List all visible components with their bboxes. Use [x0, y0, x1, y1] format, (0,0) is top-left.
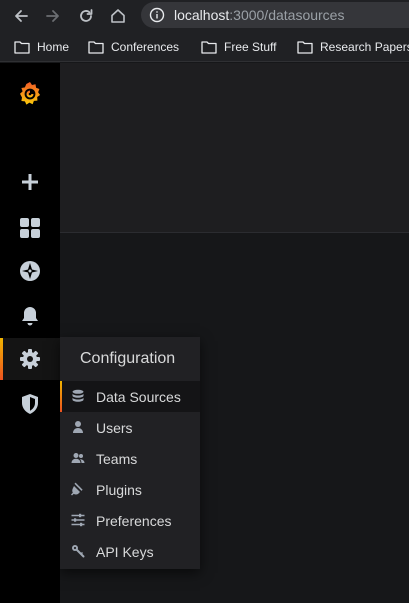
- menu-item-label: Plugins: [96, 482, 142, 498]
- reload-button[interactable]: [74, 4, 98, 28]
- folder-icon: [88, 41, 104, 54]
- grafana-home-link[interactable]: [0, 73, 60, 115]
- grafana-logo-icon: [20, 82, 41, 105]
- bookmark-label: Conferences: [111, 40, 180, 54]
- bookmark-label: Free Stuff: [224, 40, 277, 54]
- url-path: :3000/datasources: [229, 7, 345, 23]
- arrow-right-icon: [46, 10, 59, 22]
- sidemenu-dashboards[interactable]: [0, 207, 60, 249]
- page-header: [60, 63, 409, 233]
- key-icon: [72, 545, 85, 558]
- menu-item-label: Users: [96, 420, 133, 436]
- plus-icon: [22, 174, 38, 190]
- url-text: localhost:3000/datasources: [174, 7, 344, 23]
- compass-icon: [20, 261, 40, 281]
- menu-item-preferences[interactable]: Preferences: [60, 505, 200, 536]
- sidemenu-create[interactable]: [0, 161, 60, 203]
- apps-icon: [20, 218, 40, 238]
- sidemenu-configuration[interactable]: [0, 338, 60, 380]
- active-indicator: [0, 338, 3, 380]
- user-icon: [73, 421, 83, 433]
- menu-item-label: Data Sources: [96, 389, 181, 405]
- menu-item-label: API Keys: [96, 544, 154, 560]
- address-bar[interactable]: localhost:3000/datasources: [141, 2, 409, 28]
- home-button[interactable]: [106, 4, 130, 28]
- bookmark-conferences[interactable]: Conferences: [88, 39, 179, 55]
- url-host: localhost: [174, 7, 230, 23]
- bookmark-research-papers[interactable]: Research Papers: [297, 39, 409, 55]
- browser-toolbar: localhost:3000/datasources: [0, 0, 409, 32]
- forward-button[interactable]: [41, 4, 65, 28]
- home-icon: [111, 9, 125, 23]
- menu-item-label: Teams: [96, 451, 138, 467]
- folder-icon: [201, 41, 217, 54]
- bookmark-label: Research Papers: [320, 40, 409, 54]
- gear-icon: [20, 349, 40, 369]
- side-menu: [0, 63, 60, 603]
- menu-item-api-keys[interactable]: API Keys: [60, 536, 200, 567]
- database-icon: [72, 389, 84, 402]
- menu-item-plugins[interactable]: Plugins: [60, 474, 200, 505]
- reload-icon: [80, 9, 93, 22]
- shield-icon: [22, 394, 38, 414]
- grafana-app: Configuration Data Sources Users Teams P…: [0, 63, 409, 603]
- bookmarks-bar: Home Conferences Free Stuff Research Pap…: [0, 32, 409, 62]
- menu-item-teams[interactable]: Teams: [60, 443, 200, 474]
- bookmark-label: Home: [37, 40, 70, 54]
- arrow-left-icon: [15, 10, 28, 22]
- menu-item-label: Preferences: [96, 513, 172, 529]
- configuration-menu-header[interactable]: Configuration: [60, 337, 200, 381]
- sliders-icon: [71, 513, 85, 527]
- bookmark-home[interactable]: Home: [14, 39, 69, 55]
- sidemenu-explore[interactable]: [0, 250, 60, 292]
- bookmark-free-stuff[interactable]: Free Stuff: [201, 39, 276, 55]
- users-icon: [71, 453, 85, 463]
- plug-icon: [71, 482, 83, 496]
- sidemenu-alerting[interactable]: [0, 295, 60, 337]
- menu-item-users[interactable]: Users: [60, 412, 200, 443]
- configuration-menu-title: Configuration: [80, 350, 176, 367]
- info-icon[interactable]: [149, 7, 165, 23]
- sidemenu-server-admin[interactable]: [0, 383, 60, 425]
- menu-item-data-sources[interactable]: Data Sources: [60, 381, 200, 412]
- back-button[interactable]: [9, 4, 33, 28]
- bell-icon: [22, 307, 38, 326]
- folder-icon: [14, 41, 30, 54]
- configuration-menu: Configuration Data Sources Users Teams P…: [60, 337, 200, 569]
- folder-icon: [297, 41, 313, 54]
